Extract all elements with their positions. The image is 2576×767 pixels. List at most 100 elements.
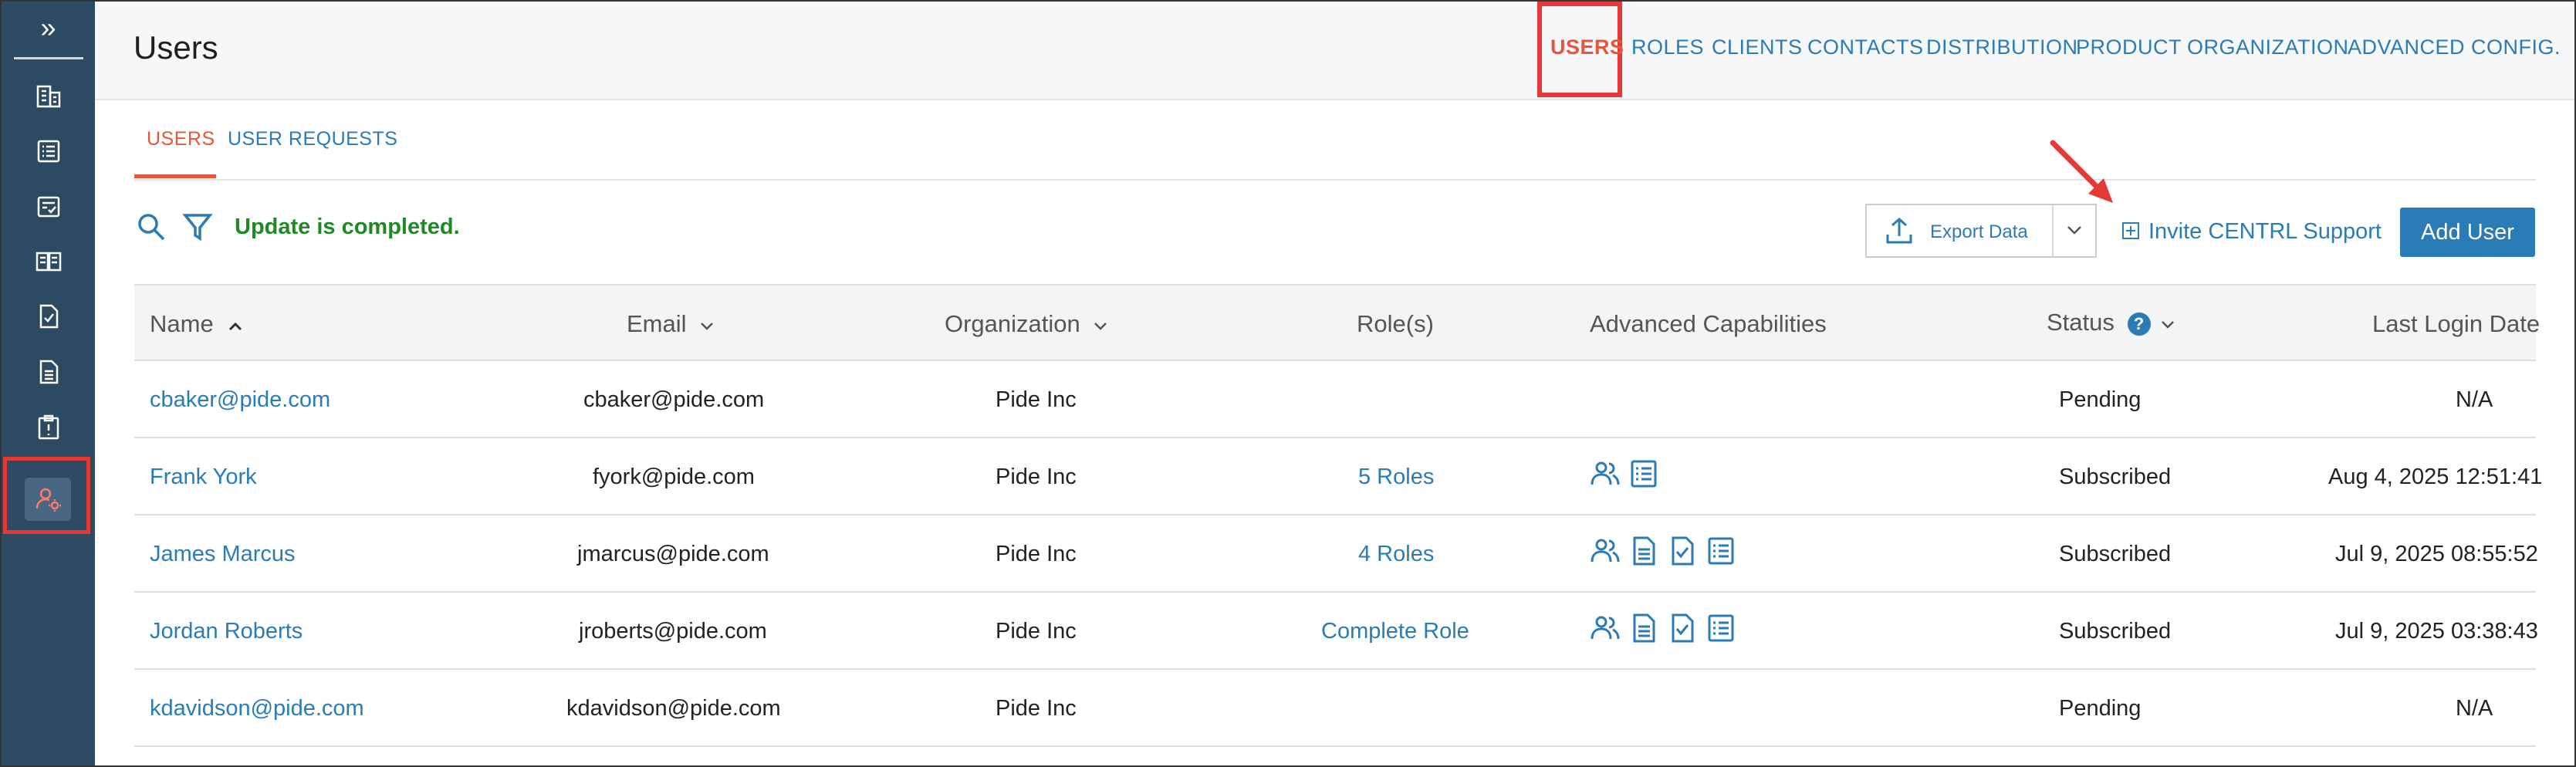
user-roles-link[interactable]: Complete Role — [1321, 619, 1469, 644]
user-status: Subscribed — [2059, 619, 2172, 644]
top-nav-clients[interactable]: CLIENTS — [1712, 35, 1803, 59]
column-header-name[interactable]: Name — [150, 310, 243, 338]
top-nav-contacts[interactable]: CONTACTS — [1807, 35, 1924, 59]
column-header-status-label: Status — [2047, 309, 2115, 336]
user-name-link[interactable]: Frank York — [150, 465, 257, 490]
add-user-button[interactable]: Add User — [2400, 208, 2535, 257]
invite-support-link[interactable]: Invite CENTRL Support — [2148, 219, 2382, 245]
export-data-label: Export Data — [1930, 221, 2028, 242]
top-nav-product[interactable]: PRODUCT — [2076, 35, 2182, 59]
user-last-login: N/A — [2456, 387, 2493, 412]
chevron-down-icon — [1094, 323, 1107, 330]
sidebar-item-document-check[interactable] — [2, 293, 95, 340]
column-header-roles: Role(s) — [1357, 310, 1434, 337]
document-icon — [1633, 536, 1655, 566]
app-window: » Users USERS ROLES CLIENTS CONTACTS DIS… — [0, 0, 2576, 767]
column-header-email-label: Email — [627, 310, 687, 337]
user-roles-link[interactable]: 5 Roles — [1358, 465, 1434, 490]
building-icon — [36, 85, 60, 108]
chevron-down-icon — [2162, 321, 2175, 329]
sidebar-divider — [14, 57, 83, 59]
user-name-link[interactable]: kdavidson@pide.com — [150, 696, 364, 721]
tab-active-indicator — [134, 174, 216, 178]
sidebar-annotation-highlight — [3, 457, 90, 534]
users-icon — [1591, 461, 1620, 485]
search-icon[interactable] — [136, 211, 167, 242]
status-message: Update is completed. — [235, 215, 460, 239]
user-status: Subscribed — [2059, 542, 2172, 566]
list-icon — [1708, 614, 1734, 642]
user-organization: Pide Inc — [996, 387, 1077, 412]
sidebar-item-clipboard-alert[interactable] — [2, 404, 95, 451]
sort-ascending-icon — [229, 322, 242, 331]
column-header-last-login: Last Login Date — [2372, 310, 2541, 337]
column-header-organization[interactable]: Organization — [945, 310, 1108, 338]
sidebar-expand-icon[interactable]: » — [2, 9, 95, 46]
user-name-link[interactable]: Jordan Roberts — [150, 619, 303, 644]
list-icon — [1631, 460, 1657, 488]
top-nav-users[interactable]: USERS — [1550, 35, 1624, 59]
column-header-email[interactable]: Email — [627, 310, 715, 338]
table-row: cbaker@pide.com cbaker@pide.com Pide Inc… — [134, 360, 2536, 438]
sidebar-item-document[interactable] — [2, 349, 95, 395]
user-email: fyork@pide.com — [593, 465, 755, 489]
filter-icon[interactable] — [182, 211, 213, 242]
user-last-login: Aug 4, 2025 12:51:41 — [2328, 465, 2543, 489]
user-name-link[interactable]: cbaker@pide.com — [150, 387, 330, 413]
column-header-status[interactable]: Status ? — [2047, 309, 2175, 336]
table-row: Frank York fyork@pide.com Pide Inc 5 Rol… — [134, 437, 2542, 515]
book-icon — [35, 252, 61, 272]
plus-box-icon — [2122, 222, 2139, 239]
user-status: Subscribed — [2059, 465, 2172, 489]
tab-user-requests[interactable]: USER REQUESTS — [228, 128, 397, 150]
list-icon — [1708, 537, 1734, 565]
chevron-down-icon — [701, 323, 714, 330]
page-title: Users — [134, 29, 218, 66]
capabilities-icons — [1590, 458, 1659, 489]
user-organization: Pide Inc — [996, 465, 1077, 489]
table-row: kdavidson@pide.com kdavidson@pide.com Pi… — [134, 668, 2536, 747]
document-icon — [39, 360, 58, 384]
column-header-organization-label: Organization — [945, 310, 1080, 337]
user-email: jmarcus@pide.com — [577, 542, 769, 566]
document-check-icon — [39, 304, 58, 329]
user-email: jroberts@pide.com — [579, 619, 767, 644]
tab-users[interactable]: USERS — [147, 128, 215, 150]
tab-divider — [134, 179, 2536, 181]
user-organization: Pide Inc — [996, 619, 1077, 644]
sidebar-item-book[interactable] — [2, 238, 95, 284]
sidebar-item-checklist[interactable] — [2, 184, 95, 230]
user-organization: Pide Inc — [996, 542, 1077, 566]
user-status: Pending — [2059, 696, 2142, 721]
export-data-button[interactable]: Export Data — [1865, 204, 2097, 258]
user-email: kdavidson@pide.com — [566, 696, 781, 721]
chevron-down-icon[interactable] — [2066, 224, 2083, 236]
capabilities-icons — [1590, 536, 1736, 566]
sidebar-item-building[interactable] — [2, 73, 95, 119]
user-status: Pending — [2059, 387, 2142, 412]
users-icon — [1591, 616, 1620, 640]
top-nav-roles[interactable]: ROLES — [1631, 35, 1704, 59]
table-header: Name Email Organization Role(s) Advanced… — [134, 284, 2540, 361]
table-row: James Marcus jmarcus@pide.com Pide Inc 4… — [134, 514, 2538, 593]
sidebar-item-list[interactable] — [2, 128, 95, 174]
top-nav-distribution[interactable]: DISTRIBUTION — [1926, 35, 2078, 59]
user-name-link[interactable]: James Marcus — [150, 542, 296, 567]
help-icon[interactable]: ? — [2127, 312, 2151, 336]
users-icon — [1591, 539, 1620, 563]
document-icon — [1633, 613, 1655, 643]
upload-icon — [1886, 217, 1912, 244]
table-row: Jordan Roberts jroberts@pide.com Pide In… — [134, 591, 2538, 670]
user-roles-link[interactable]: 4 Roles — [1358, 542, 1434, 567]
top-nav-organization[interactable]: ORGANIZATION — [2187, 35, 2349, 59]
capabilities-icons — [1590, 613, 1736, 644]
export-divider — [2052, 205, 2054, 256]
top-nav-advanced-config[interactable]: ADVANCED CONFIG. — [2348, 35, 2561, 59]
list-icon — [37, 140, 59, 163]
user-last-login: Jul 9, 2025 03:38:43 — [2335, 619, 2538, 644]
document-check-icon — [1672, 536, 1694, 566]
user-organization: Pide Inc — [996, 696, 1077, 721]
checklist-icon — [37, 196, 59, 218]
document-check-icon — [1672, 613, 1694, 643]
column-header-capabilities: Advanced Capabilities — [1590, 310, 1827, 337]
